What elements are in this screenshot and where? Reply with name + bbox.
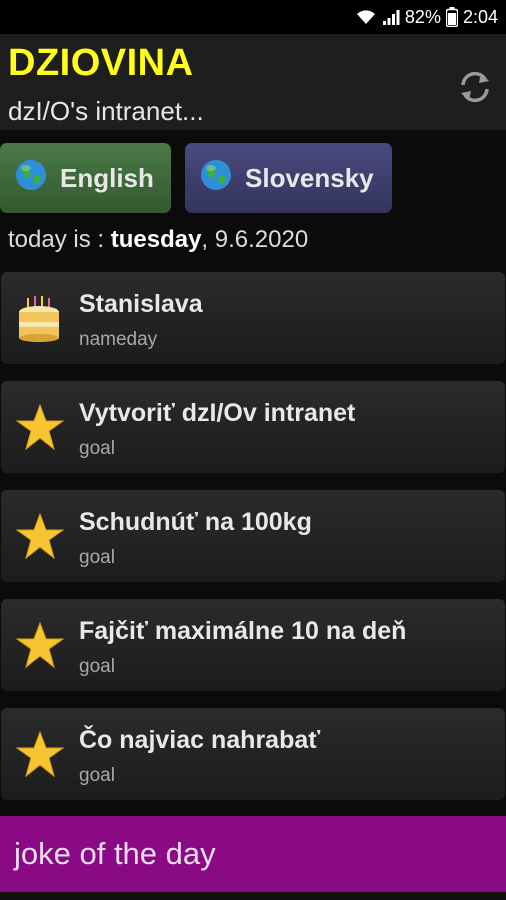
star-icon (15, 621, 65, 671)
signal-icon (382, 8, 400, 26)
today-line: today is : tuesday, 9.6.2020 (8, 226, 308, 254)
battery-percent: 82% (404, 6, 441, 27)
star-icon (15, 730, 65, 780)
slovensky-button[interactable]: Slovensky (185, 143, 392, 213)
list-item-goal[interactable]: Fajčiť maximálne 10 na deň goal (1, 599, 505, 691)
clock: 2:04 (462, 6, 498, 27)
star-icon (15, 512, 65, 562)
item-title: Čo najviac nahrabať (79, 726, 321, 754)
item-subtitle: nameday (79, 329, 158, 350)
today-day: tuesday (110, 226, 202, 253)
battery-icon (445, 7, 458, 27)
item-title: Schudnúť na 100kg (79, 508, 312, 536)
item-title: Fajčiť maximálne 10 na deň (79, 617, 407, 645)
globe-icon (14, 158, 48, 199)
english-label: English (60, 162, 154, 193)
item-subtitle: goal (79, 656, 115, 677)
item-title: Stanislava (79, 290, 203, 318)
app-title: DZIOVINA (8, 42, 194, 84)
slovensky-label: Slovensky (245, 162, 374, 193)
english-button[interactable]: English (0, 143, 171, 213)
globe-icon (199, 158, 233, 199)
refresh-button[interactable] (456, 70, 494, 108)
refresh-icon (457, 69, 493, 110)
joke-of-the-day-button[interactable]: joke of the day (0, 816, 506, 892)
star-icon (15, 403, 65, 453)
cake-icon (15, 294, 65, 344)
today-date: , 9.6.2020 (201, 226, 309, 253)
app-subtitle: dzI/O's intranet... (8, 96, 204, 126)
item-subtitle: goal (79, 438, 115, 459)
wifi-icon (355, 8, 377, 26)
list-item-goal[interactable]: Vytvoriť dzI/Ov intranet goal (1, 381, 505, 473)
bottom-divider (0, 892, 506, 900)
item-title: Vytvoriť dzI/Ov intranet (79, 399, 356, 427)
today-prefix: today is : (8, 226, 111, 253)
item-subtitle: goal (79, 547, 115, 568)
app-header: DZIOVINA dzI/O's intranet... (0, 34, 506, 130)
item-subtitle: goal (79, 765, 115, 786)
list-item-nameday[interactable]: Stanislava nameday (1, 272, 505, 364)
status-bar: 82% 2:04 (0, 0, 506, 34)
list-item-goal[interactable]: Schudnúť na 100kg goal (1, 490, 505, 582)
joke-label: joke of the day (14, 836, 216, 871)
list-item-goal[interactable]: Čo najviac nahrabať goal (1, 708, 505, 800)
